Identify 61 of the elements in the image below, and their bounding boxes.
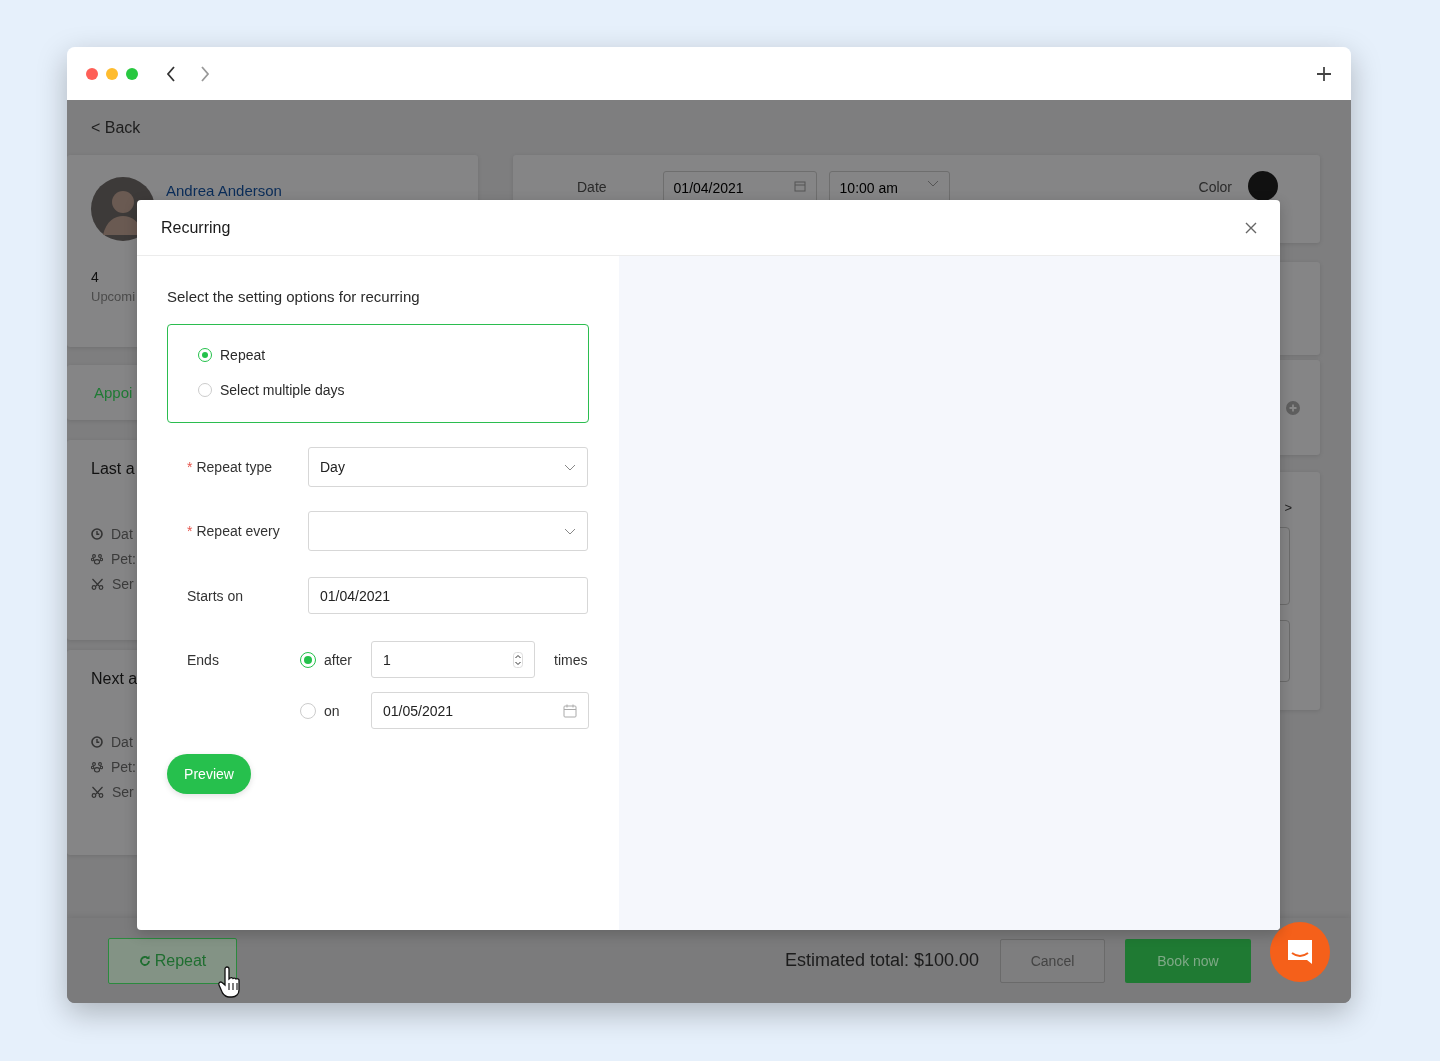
chevron-down-icon (564, 527, 576, 535)
unit-label: times (554, 651, 588, 668)
scissors-icon (91, 578, 104, 590)
card-title: Last a (91, 460, 135, 478)
required-mark: * (187, 459, 193, 475)
dialog-title: Recurring (161, 218, 231, 237)
clock-icon (91, 736, 103, 748)
field-label: Ends (186, 652, 220, 670)
detail-label: Ser (112, 784, 134, 800)
chevron-down-icon (926, 180, 939, 188)
radio-button[interactable] (198, 348, 212, 362)
calendar-icon (563, 703, 577, 718)
close-icon[interactable] (1245, 221, 1257, 234)
paw-icon (91, 761, 103, 773)
detail-label: Ser (112, 576, 134, 592)
chat-icon[interactable] (1270, 922, 1330, 982)
plus-icon[interactable] (1316, 65, 1332, 82)
paw-icon (91, 553, 103, 565)
number-field[interactable]: 1 (371, 641, 535, 678)
color-label: Color (1198, 179, 1232, 195)
field-label: Repeat type (196, 459, 272, 475)
option-label: Repeat (220, 347, 266, 363)
select-field[interactable] (308, 511, 588, 551)
date-field[interactable]: 01/05/2021 (371, 692, 589, 729)
chevron-down-icon (564, 463, 576, 471)
back-link[interactable]: < Back (91, 118, 141, 137)
required-mark: * (187, 523, 193, 539)
calendar-icon (793, 180, 806, 192)
detail-label: Dat (111, 526, 133, 542)
estimated-total: Estimated total: $100.00 (784, 950, 979, 971)
card-title: Next a (91, 670, 138, 688)
radio-button[interactable] (198, 383, 212, 397)
refresh-icon (138, 954, 151, 967)
color-swatch[interactable] (1248, 171, 1278, 201)
field-label: Repeat every (196, 523, 280, 539)
field-label: Starts on (187, 587, 244, 604)
next-arrow[interactable]: > (1284, 500, 1292, 515)
detail-label: Dat (111, 734, 133, 750)
radio-button[interactable] (300, 651, 316, 668)
close-light-icon[interactable] (86, 67, 98, 80)
plus-circle-icon[interactable] (1286, 400, 1300, 415)
client-name-link[interactable]: Andrea Anderson (166, 182, 282, 199)
detail-label: Pet: (111, 551, 136, 567)
count-label: Upcomi (91, 289, 136, 304)
cancel-button[interactable]: Cancel (1000, 938, 1105, 983)
zoom-light-icon[interactable] (126, 67, 138, 80)
select-field[interactable]: Day (308, 447, 588, 487)
detail-label: Pet: (111, 759, 136, 775)
stepper-icon[interactable] (513, 651, 523, 668)
option-label: on (324, 702, 341, 719)
date-label: Date (577, 179, 607, 195)
scissors-icon (91, 786, 104, 798)
radio-button[interactable] (300, 702, 316, 719)
preview-button[interactable]: Preview (167, 754, 251, 794)
option-label: Select multiple days (220, 382, 345, 398)
option-label: after (324, 651, 353, 668)
instructions-text: Select the setting options for recurring (167, 288, 421, 305)
minimize-light-icon[interactable] (106, 67, 118, 80)
appointment-count: 4 (91, 269, 99, 285)
input-field[interactable]: 01/04/2021 (308, 577, 588, 614)
clock-icon (91, 528, 103, 540)
